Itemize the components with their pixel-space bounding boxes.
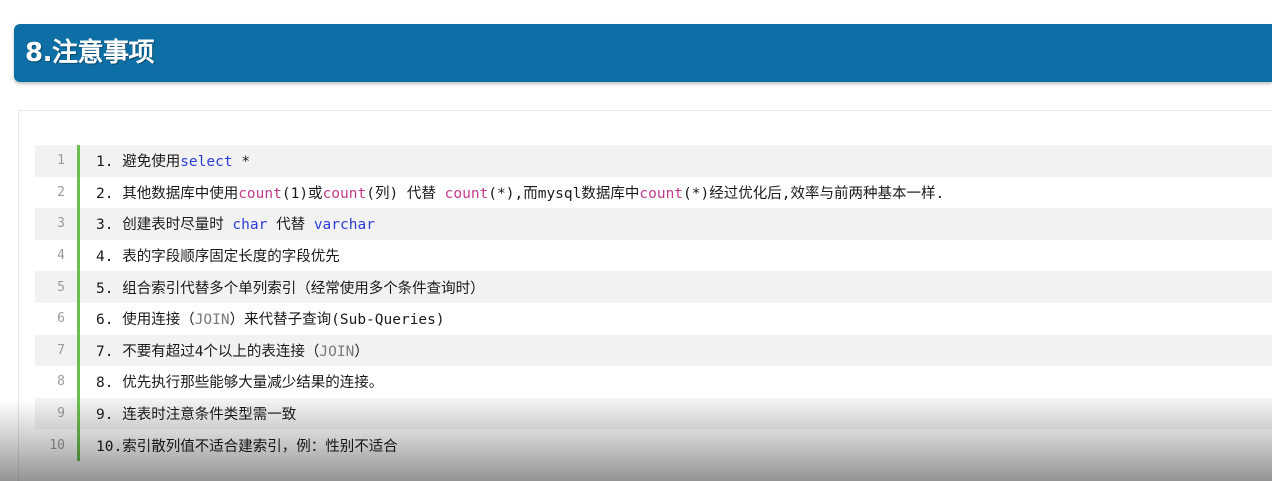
- line-number: 10: [49, 437, 65, 453]
- line-number: 8: [57, 374, 65, 390]
- line-number: 7: [57, 342, 65, 358]
- code-token: *: [232, 154, 251, 171]
- code-token-muted: JOIN: [194, 312, 230, 329]
- line-text: 3. 创建表时尽量时 char 代替 varchar: [80, 213, 375, 234]
- code-line: 6 6. 使用连接（JOIN）来代替子查询(Sub-Queries): [35, 302, 1272, 335]
- code-token-fn: count: [322, 185, 367, 202]
- code-token: 5. 组合索引代替多个单列索引（经常使用多个条件查询时）: [96, 280, 485, 297]
- section-title: 8.注意事项: [25, 38, 154, 68]
- line-text: 4. 表的字段顺序固定长度的字段优先: [80, 245, 340, 266]
- line-number: 2: [57, 184, 65, 200]
- line-text: 6. 使用连接（JOIN）来代替子查询(Sub-Queries): [80, 308, 445, 329]
- line-text: 7. 不要有超过4个以上的表连接（JOIN）: [80, 340, 369, 361]
- code-token-fn: count: [238, 185, 282, 202]
- code-line: 3 3. 创建表时尽量时 char 代替 varchar: [35, 208, 1272, 240]
- code-token-kw: varchar: [313, 217, 375, 234]
- code-line: 4 4. 表的字段顺序固定长度的字段优先: [35, 239, 1272, 272]
- code-token: (*)经过优化后,效率与前两种基本一样.: [683, 185, 945, 202]
- line-number: 3: [57, 216, 65, 232]
- code-token: 3. 创建表时尽量时: [96, 217, 233, 234]
- line-text: 2. 其他数据库中使用count(1)或count(列) 代替 count(*)…: [80, 182, 944, 203]
- page: 8.注意事项 1 1. 避免使用select * 2 2. 其他数据库中使用count…: [0, 0, 1272, 481]
- line-number: 1: [57, 153, 65, 169]
- code-token: (1)或: [281, 185, 323, 202]
- code-token: 10.索引散列值不适合建索引，例：性别不适合: [96, 438, 398, 455]
- code-token: (列) 代替: [366, 185, 445, 202]
- code-token: 2. 其他数据库中使用: [96, 185, 239, 202]
- section-header: 8.注意事项: [14, 24, 1272, 82]
- line-number: 5: [57, 279, 65, 295]
- line-text: 1. 避免使用select *: [80, 150, 250, 171]
- code-card: 1 1. 避免使用select * 2 2. 其他数据库中使用count(1)或cou…: [18, 110, 1272, 481]
- code-token-muted: JOIN: [319, 343, 355, 360]
- line-text: 9. 连表时注意条件类型需一致: [80, 403, 296, 424]
- line-number: 4: [57, 248, 65, 264]
- code-token-kw: select: [180, 154, 233, 171]
- line-text: 5. 组合索引代替多个单列索引（经常使用多个条件查询时）: [80, 277, 485, 298]
- code-block: 1 1. 避免使用select * 2 2. 其他数据库中使用count(1)或cou…: [35, 145, 1272, 461]
- code-token: 代替: [267, 217, 314, 234]
- code-token: 6. 使用连接（: [96, 312, 195, 329]
- code-token: 8. 优先执行那些能够大量减少结果的连接。: [96, 375, 384, 392]
- code-token: ）: [354, 343, 369, 360]
- code-line: 1 1. 避免使用select *: [35, 145, 1272, 177]
- line-number: 6: [57, 311, 65, 327]
- code-token-kw: char: [232, 217, 268, 234]
- code-line: 5 5. 组合索引代替多个单列索引（经常使用多个条件查询时）: [35, 271, 1272, 303]
- code-token: ）来代替子查询(Sub-Queries): [229, 312, 445, 329]
- code-line: 9 9. 连表时注意条件类型需一致: [35, 397, 1272, 430]
- code-token: 4. 表的字段顺序固定长度的字段优先: [96, 249, 340, 266]
- code-token: 7. 不要有超过4个以上的表连接（: [96, 343, 320, 360]
- code-token: (*),而mysql数据库中: [488, 185, 640, 202]
- line-text: 10.索引散列值不适合建索引，例：性别不适合: [80, 435, 398, 456]
- code-token-fn: count: [444, 185, 489, 202]
- code-token: 1. 避免使用: [96, 154, 181, 171]
- code-line: 7 7. 不要有超过4个以上的表连接（JOIN）: [35, 334, 1272, 367]
- line-text: 8. 优先执行那些能够大量减少结果的连接。: [80, 371, 383, 392]
- code-line: 8 8. 优先执行那些能够大量减少结果的连接。: [35, 366, 1272, 398]
- code-token: 9. 连表时注意条件类型需一致: [96, 407, 297, 424]
- code-token-fn: count: [639, 185, 684, 202]
- code-line: 2 2. 其他数据库中使用count(1)或count(列) 代替 count(*…: [35, 176, 1272, 209]
- code-line: 10 10.索引散列值不适合建索引，例：性别不适合: [35, 429, 1272, 461]
- line-number: 9: [57, 406, 65, 422]
